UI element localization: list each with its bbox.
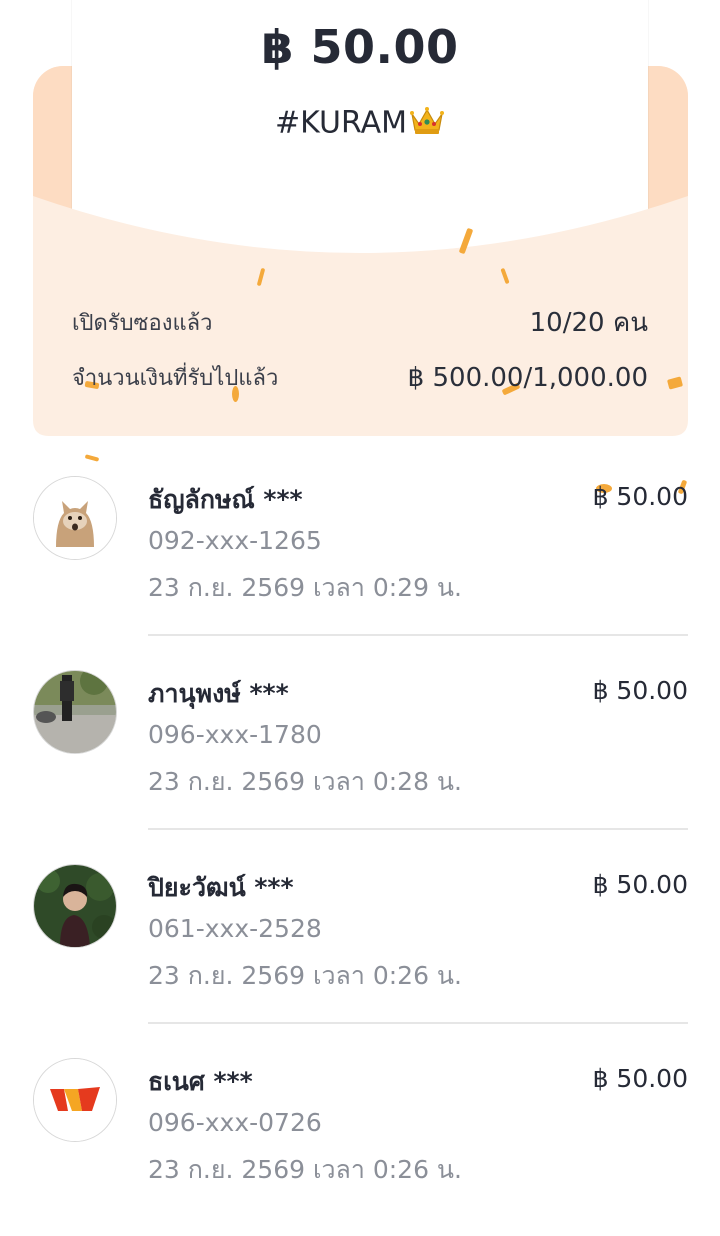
photo-avatar xyxy=(33,670,117,754)
logo-avatar xyxy=(33,1058,117,1142)
recipient-name: ภานุพงษ์ *** xyxy=(148,679,289,708)
crown-icon xyxy=(409,104,445,144)
recipient-name: ธเนศ *** xyxy=(148,1067,253,1096)
recipient-amount: ฿ 50.00 xyxy=(592,482,688,511)
recipient-name: ธัญลักษณ์ *** xyxy=(148,485,303,514)
stat-opened-label: เปิดรับซองแล้ว xyxy=(72,311,213,336)
recipient-time: 23 ก.ย. 2569 เวลา 0:29 น. xyxy=(148,573,462,602)
list-divider xyxy=(148,634,688,636)
recipient-phone: 092-xxx-1265 xyxy=(148,526,322,555)
recipient-time: 23 ก.ย. 2569 เวลา 0:26 น. xyxy=(148,1155,462,1184)
list-item[interactable]: ปิยะวัฒน์ *** 061-xxx-2528 23 ก.ย. 2569 … xyxy=(0,848,720,1042)
list-divider xyxy=(148,828,688,830)
stat-opened: เปิดรับซองแล้ว 10/20 คน xyxy=(72,302,648,343)
recipient-amount: ฿ 50.00 xyxy=(592,676,688,705)
list-item[interactable]: ธเนศ *** 096-xxx-0726 23 ก.ย. 2569 เวลา … xyxy=(0,1042,720,1236)
recipient-time: 23 ก.ย. 2569 เวลา 0:28 น. xyxy=(148,767,462,796)
cat-avatar xyxy=(33,476,117,560)
list-divider xyxy=(148,1022,688,1024)
recipient-phone: 061-xxx-2528 xyxy=(148,914,322,943)
recipient-name: ปิยะวัฒน์ *** xyxy=(148,873,294,902)
stat-opened-value: 10/20 คน xyxy=(529,308,648,338)
envelope-code: #KURAM xyxy=(0,104,720,144)
envelope-amount: ฿ 50.00 xyxy=(261,20,459,74)
recipient-phone: 096-xxx-1780 xyxy=(148,720,322,749)
recipient-amount: ฿ 50.00 xyxy=(592,1064,688,1093)
list-item[interactable]: ธัญลักษณ์ *** 092-xxx-1265 23 ก.ย. 2569 … xyxy=(0,460,720,654)
recipient-amount: ฿ 50.00 xyxy=(592,870,688,899)
list-item[interactable]: ภานุพงษ์ *** 096-xxx-1780 23 ก.ย. 2569 เ… xyxy=(0,654,720,848)
envelope-code-text: #KURAM xyxy=(275,105,407,141)
stat-received-label: จำนวนเงินที่รับไปแล้ว xyxy=(72,366,279,391)
stat-received-value: ฿ 500.00/1,000.00 xyxy=(407,362,648,393)
stat-received: จำนวนเงินที่รับไปแล้ว ฿ 500.00/1,000.00 xyxy=(72,360,648,395)
recipient-phone: 096-xxx-0726 xyxy=(148,1108,322,1137)
person-avatar xyxy=(33,864,117,948)
recipient-time: 23 ก.ย. 2569 เวลา 0:26 น. xyxy=(148,961,462,990)
